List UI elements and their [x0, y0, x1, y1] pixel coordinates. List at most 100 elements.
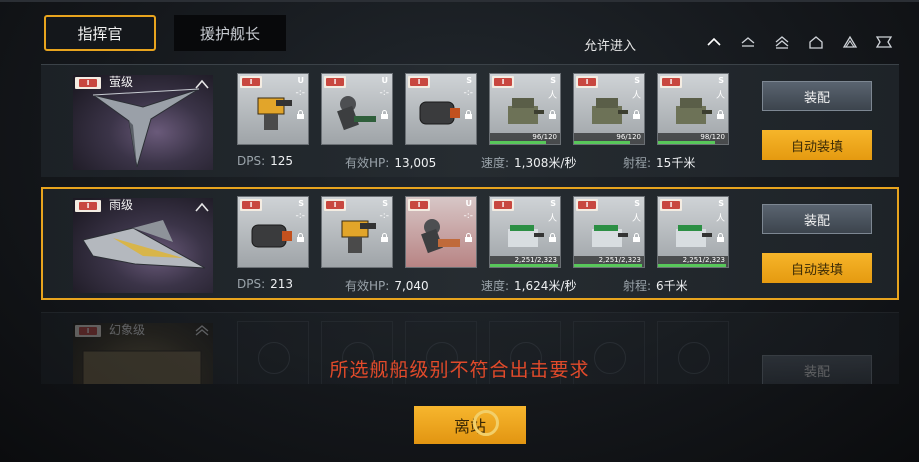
module-slot[interactable]: I S -:- — [405, 73, 477, 145]
ship-class-name: 雨级 — [109, 198, 134, 212]
stat-effective-hp: 有效HP: 13,005 — [345, 156, 437, 170]
auto-fill-button[interactable]: 自动装填 — [762, 253, 872, 283]
tab-escort-captain[interactable]: 援护舰长 — [174, 15, 286, 51]
module-art-icon — [498, 90, 548, 136]
module-slot[interactable]: I S 人 2,251/2,323 — [573, 196, 645, 268]
tier-badge: I — [240, 76, 262, 88]
ship-image — [73, 75, 213, 170]
ship-row-rain[interactable]: I 雨级 I S -:- I S -:- I U -:- I S 人 2,251/2,323 I S 人 2,2… — [41, 187, 899, 300]
slot-type-label: S — [718, 199, 724, 208]
stat-dps: DPS: 213 — [237, 277, 294, 291]
slot-type-label: U — [465, 199, 473, 208]
slot-type-label: S — [382, 199, 388, 208]
slot-type-label: S — [550, 199, 556, 208]
slot-type-label: U — [381, 76, 389, 85]
stat-speed: 速度: 1,624米/秒 — [481, 279, 577, 293]
module-slot[interactable]: I S 人 96/120 — [573, 73, 645, 145]
durability-fill — [490, 264, 558, 267]
hull-class-filters — [703, 34, 895, 50]
slot-sub-label: -:- — [379, 88, 389, 98]
durability-fill — [574, 264, 642, 267]
module-slots: I U -:- I U -:- I S -:- I S 人 96/120 I S 人 96/120 I S 人 98/1… — [237, 73, 729, 145]
durability-fill — [490, 141, 546, 144]
module-art-icon — [582, 90, 632, 136]
module-slot[interactable]: I U -:- — [237, 73, 309, 145]
stat-range: 射程: 6千米 — [623, 279, 688, 293]
tier-badge: I — [576, 199, 598, 211]
module-art-icon — [582, 213, 632, 259]
module-slot[interactable]: I S 人 98/120 — [657, 73, 729, 145]
slot-sub-label: 人 — [715, 214, 725, 224]
tier-badge: I — [492, 199, 514, 211]
module-slot[interactable]: I S 人 96/120 — [489, 73, 561, 145]
lock-icon — [548, 227, 557, 242]
auto-fill-button[interactable]: 自动装填 — [762, 130, 872, 160]
module-art-icon — [498, 213, 548, 259]
lock-icon — [380, 104, 389, 119]
module-art-icon — [330, 213, 380, 259]
slot-type-label: S — [634, 76, 640, 85]
equip-button[interactable]: 装配 — [762, 204, 872, 234]
touch-cursor-icon — [473, 410, 499, 436]
module-slots: I S -:- I S -:- I U -:- I S 人 2,251/2,323 I S 人 2,251/2,… — [237, 196, 729, 268]
slot-sub-label: 人 — [547, 91, 557, 101]
hull-class-3-icon — [193, 323, 211, 336]
lock-icon — [716, 227, 725, 242]
tier-badge: I — [75, 325, 101, 337]
slot-sub-label: 人 — [631, 91, 641, 101]
slot-sub-label: 人 — [631, 214, 641, 224]
hull-class-2-icon[interactable] — [737, 34, 759, 50]
module-slot[interactable]: I U -:- — [321, 73, 393, 145]
slot-sub-label: -:- — [295, 211, 305, 221]
module-art-icon — [414, 90, 464, 136]
durability-bar: 2,251/2,323 — [490, 256, 560, 267]
module-slot[interactable]: I S 人 2,251/2,323 — [489, 196, 561, 268]
tier-badge: I — [660, 76, 682, 88]
chevron-up-icon[interactable] — [703, 34, 725, 50]
tier-badge: I — [75, 200, 101, 212]
ship-class-name: 萤级 — [109, 75, 134, 89]
tier-badge: I — [324, 199, 346, 211]
chevron-up-icon[interactable] — [193, 198, 211, 212]
ship-image — [73, 198, 213, 293]
equip-button[interactable]: 装配 — [762, 81, 872, 111]
ship-row-firefly[interactable]: I 萤级 I U -:- I U -:- I S -:- I S 人 96/120 I S 人 96/120 I S… — [41, 64, 899, 177]
module-slot[interactable]: I U -:- — [405, 196, 477, 268]
slot-sub-label: 人 — [715, 91, 725, 101]
hull-class-6-icon[interactable] — [873, 34, 895, 50]
slot-sub-label: 人 — [547, 214, 557, 224]
lock-icon — [296, 104, 305, 119]
fleet-select-screen: 指挥官 援护舰长 允许进入 I 萤级 I U -:- I U -:- I S -… — [0, 0, 919, 462]
slot-type-label: S — [634, 199, 640, 208]
tier-badge: I — [492, 76, 514, 88]
durability-fill — [574, 141, 630, 144]
tab-commander[interactable]: 指挥官 — [44, 15, 156, 51]
module-art-icon — [246, 90, 296, 136]
tier-badge: I — [324, 76, 346, 88]
durability-text: 96/120 — [616, 133, 641, 141]
lock-icon — [716, 104, 725, 119]
module-art-icon — [666, 213, 716, 259]
depart-button[interactable]: 离站 — [414, 406, 526, 444]
tier-badge: I — [240, 199, 262, 211]
slot-type-label: S — [550, 76, 556, 85]
lock-icon — [380, 227, 389, 242]
hull-class-4-icon[interactable] — [805, 34, 827, 50]
module-slot[interactable]: I S -:- — [321, 196, 393, 268]
lock-icon — [632, 104, 641, 119]
durability-fill — [658, 264, 726, 267]
chevron-up-icon[interactable] — [193, 75, 211, 89]
module-art-icon — [330, 90, 380, 136]
module-slot[interactable]: I S -:- — [237, 196, 309, 268]
slot-type-label: S — [718, 76, 724, 85]
module-slot[interactable]: I S 人 2,251/2,323 — [657, 196, 729, 268]
lock-icon — [464, 227, 473, 242]
hull-class-5-icon[interactable] — [839, 34, 861, 50]
durability-text: 2,251/2,323 — [682, 256, 725, 264]
durability-text: 96/120 — [532, 133, 557, 141]
stat-effective-hp: 有效HP: 7,040 — [345, 279, 429, 293]
lock-icon — [464, 104, 473, 119]
hull-class-3-icon[interactable] — [771, 34, 793, 50]
lock-icon — [548, 104, 557, 119]
durability-bar: 96/120 — [574, 133, 644, 144]
